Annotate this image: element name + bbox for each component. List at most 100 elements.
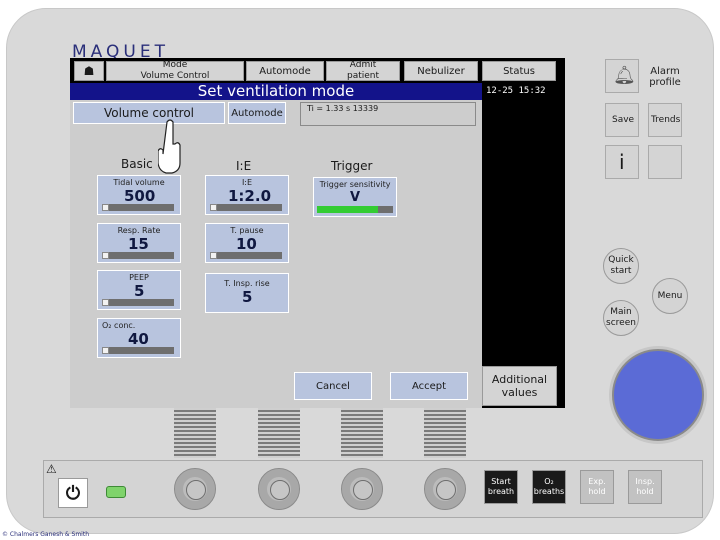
ie-slider[interactable]: [210, 204, 282, 211]
peep-slider[interactable]: [102, 299, 174, 306]
hand-pointer-icon: [157, 118, 182, 174]
slider-knob: [102, 299, 109, 306]
dial-1[interactable]: [174, 468, 216, 510]
main-screen-button[interactable]: Main screen: [603, 300, 639, 336]
insp-hold-button[interactable]: Insp. hold: [628, 470, 662, 504]
mode-select[interactable]: Volume control: [73, 102, 225, 124]
start-breath-button[interactable]: Start breath: [484, 470, 518, 504]
resp-rate-slider[interactable]: [102, 252, 174, 259]
info-button[interactable]: i: [605, 145, 639, 179]
mode-info-box: Ti = 1.33 s 13339: [300, 102, 476, 126]
peep-value: 5: [134, 282, 145, 300]
resp-rate-tile[interactable]: Resp. Rate 15: [97, 223, 181, 263]
ie-tile[interactable]: I:E 1:2.0: [205, 175, 289, 215]
additional-values-button[interactable]: Additional values: [482, 366, 557, 406]
page-title: Set ventilation mode: [70, 83, 482, 100]
save-label: Save: [612, 115, 635, 125]
info-icon: i: [619, 150, 625, 174]
cancel-button[interactable]: Cancel: [294, 372, 372, 400]
mode-button-label: Mode Volume Control: [140, 60, 210, 81]
plug-icon: [106, 486, 126, 498]
o2-breaths-label: O₂ breaths: [533, 477, 565, 496]
slider-knob: [210, 204, 217, 211]
alarm-profile-button[interactable]: Alarm profile: [645, 66, 685, 88]
tidal-volume-slider[interactable]: [102, 204, 174, 211]
save-button[interactable]: Save: [605, 103, 639, 137]
slider-knob: [102, 347, 109, 354]
ie-header: I:E: [236, 159, 252, 173]
quick-start-label: Quick start: [608, 255, 634, 276]
patient-icon-button[interactable]: ☗: [74, 61, 104, 81]
patient-icon: ☗: [83, 63, 95, 78]
start-breath-label: Start breath: [487, 477, 515, 496]
automode-toggle-label: Automode: [231, 107, 283, 119]
tidal-volume-tile[interactable]: Tidal volume 500: [97, 175, 181, 215]
t-insp-rise-value: 5: [242, 288, 253, 306]
exp-hold-label: Exp. hold: [588, 477, 606, 496]
trigger-sensitivity-fill: [317, 206, 378, 213]
grille: [424, 408, 466, 458]
menu-label: Menu: [657, 290, 683, 301]
t-pause-label: T. pause: [230, 226, 264, 235]
trigger-sensitivity-label: Trigger sensitivity: [319, 180, 391, 189]
power-button[interactable]: ⏻: [58, 478, 88, 508]
warning-icon: ⚠: [46, 462, 57, 476]
o2-conc-value: 40: [128, 330, 149, 348]
peep-label: PEEP: [129, 273, 149, 282]
nebulizer-button[interactable]: Nebulizer: [404, 61, 478, 81]
status-label: Status: [503, 65, 535, 77]
tidal-volume-value: 500: [124, 187, 156, 205]
dial-3[interactable]: [341, 468, 383, 510]
status-button[interactable]: Status: [482, 61, 556, 81]
power-icon: ⏻: [65, 482, 81, 504]
basic-header: Basic: [121, 157, 153, 171]
nebulizer-label: Nebulizer: [417, 65, 465, 77]
mode-button[interactable]: Mode Volume Control: [106, 60, 244, 81]
dial-2[interactable]: [258, 468, 300, 510]
clock-readout: 12-25 15:32: [486, 86, 546, 96]
quick-start-button[interactable]: Quick start: [603, 248, 639, 284]
accept-label: Accept: [411, 380, 447, 392]
o2-breaths-button[interactable]: O₂ breaths: [532, 470, 566, 504]
insp-hold-label: Insp. hold: [635, 477, 655, 496]
o2-conc-tile[interactable]: O₂ conc. 40: [97, 318, 181, 358]
trigger-sensitivity-tile[interactable]: Trigger sensitivity V: [313, 177, 397, 217]
main-rotary-dial[interactable]: [612, 349, 704, 441]
grille: [341, 408, 383, 458]
exp-hold-button[interactable]: Exp. hold: [580, 470, 614, 504]
tidal-volume-label: Tidal volume: [113, 178, 165, 187]
admit-patient-button[interactable]: Admit patient: [326, 60, 400, 81]
resp-rate-value: 15: [128, 235, 149, 253]
automode-toggle[interactable]: Automode: [228, 102, 286, 124]
blank-button[interactable]: [648, 145, 682, 179]
dial-4[interactable]: [424, 468, 466, 510]
cancel-label: Cancel: [316, 380, 350, 392]
trends-label: Trends: [651, 115, 681, 125]
t-pause-value: 10: [236, 235, 257, 253]
t-pause-slider[interactable]: [210, 252, 282, 259]
automode-top-button[interactable]: Automode: [246, 61, 324, 81]
slider-knob: [102, 252, 109, 259]
alarm-button[interactable]: 🔔︎: [605, 59, 639, 93]
menu-button[interactable]: Menu: [652, 278, 688, 314]
admit-patient-label: Admit patient: [346, 60, 380, 81]
trigger-sensitivity-bar[interactable]: [317, 206, 393, 213]
ie-label: I:E: [241, 178, 253, 187]
page: MAQUET ☗ Mode Volume Control Automode Ad…: [0, 0, 720, 540]
copyright-text: © Chalmers Ganesh & Smith: [2, 531, 89, 538]
t-pause-tile[interactable]: T. pause 10: [205, 223, 289, 263]
ie-value: 1:2.0: [228, 187, 272, 205]
trends-button[interactable]: Trends: [648, 103, 682, 137]
o2-conc-label: O₂ conc.: [102, 321, 136, 330]
trigger-sensitivity-value: V: [350, 190, 361, 205]
t-insp-rise-label: T. Insp. rise: [224, 279, 270, 288]
peep-tile[interactable]: PEEP 5: [97, 270, 181, 310]
accept-button[interactable]: Accept: [390, 372, 468, 400]
o2-conc-slider[interactable]: [102, 347, 174, 354]
bell-icon: 🔔︎: [613, 65, 636, 86]
resp-rate-label: Resp. Rate: [117, 226, 161, 235]
slider-knob: [102, 204, 109, 211]
grille: [174, 408, 216, 458]
mode-info-text: Ti = 1.33 s 13339: [307, 104, 379, 113]
t-insp-rise-tile[interactable]: T. Insp. rise 5: [205, 273, 289, 313]
